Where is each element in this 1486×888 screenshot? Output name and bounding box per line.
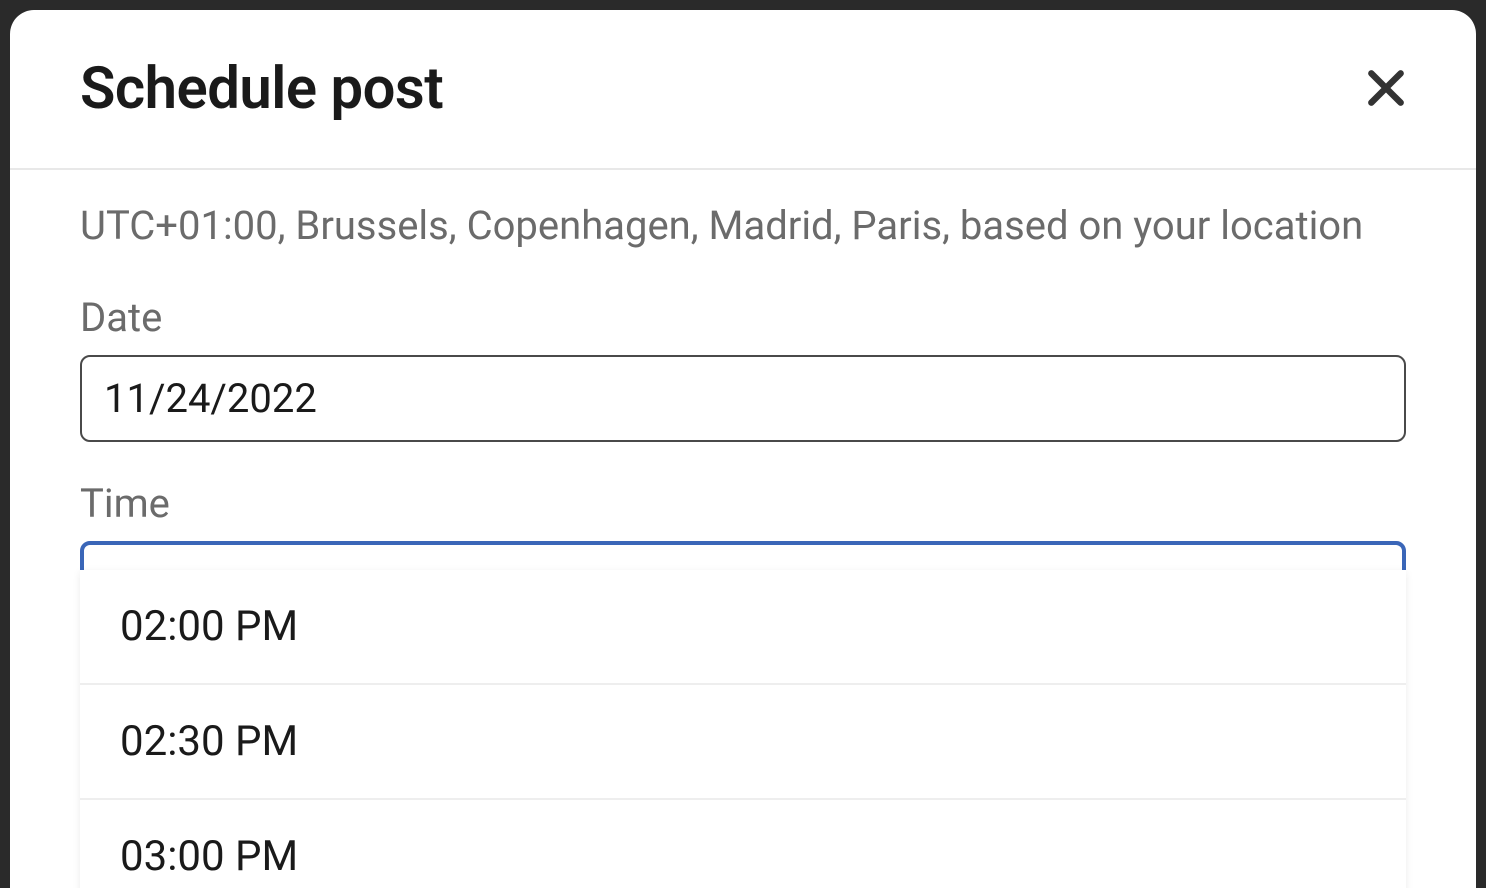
schedule-post-modal: Schedule post UTC+01:00, Brussels, Copen… <box>10 10 1476 888</box>
time-label: Time <box>80 480 1406 527</box>
date-input[interactable] <box>80 355 1406 442</box>
time-dropdown: 02:00 PM 02:30 PM 03:00 PM <box>80 570 1406 888</box>
modal-header: Schedule post <box>10 10 1476 170</box>
timezone-info: UTC+01:00, Brussels, Copenhagen, Madrid,… <box>80 200 1406 252</box>
modal-body: UTC+01:00, Brussels, Copenhagen, Madrid,… <box>10 170 1476 632</box>
time-option[interactable]: 02:00 PM <box>80 570 1406 685</box>
close-icon <box>1364 66 1408 113</box>
time-option[interactable]: 03:00 PM <box>80 800 1406 888</box>
date-field-group: Date <box>80 294 1406 442</box>
time-option[interactable]: 02:30 PM <box>80 685 1406 800</box>
date-label: Date <box>80 294 1406 341</box>
modal-title: Schedule post <box>80 55 443 123</box>
close-button[interactable] <box>1356 58 1416 121</box>
time-dropdown-list: 02:00 PM 02:30 PM 03:00 PM <box>80 570 1406 888</box>
